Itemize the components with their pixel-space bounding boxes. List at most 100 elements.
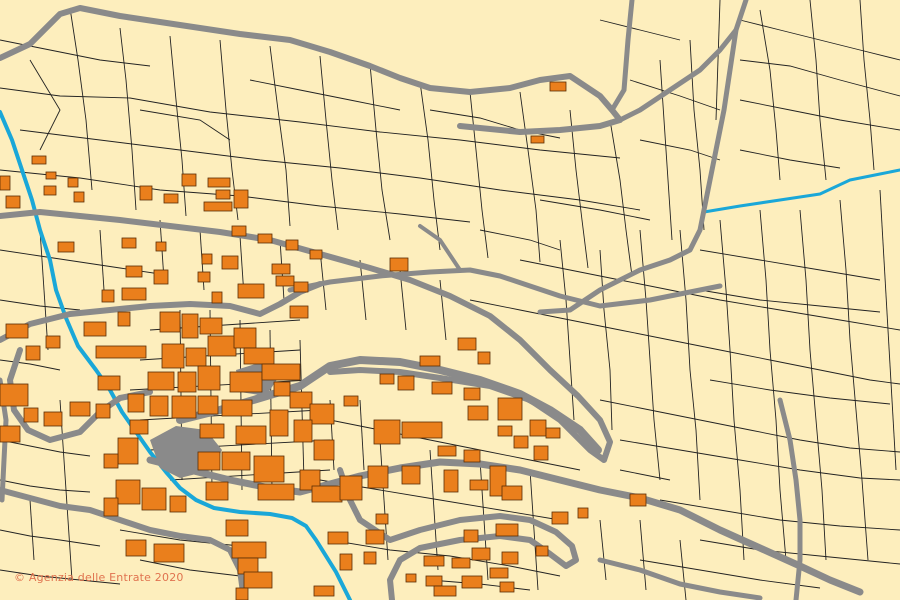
building-footprint <box>45 335 61 349</box>
building-footprint <box>461 575 483 589</box>
building-footprint <box>23 407 39 423</box>
building-footprint <box>365 529 385 545</box>
building-footprint <box>115 479 141 505</box>
building-footprint <box>203 201 233 212</box>
building-footprint <box>197 365 221 391</box>
building-footprint <box>5 323 29 339</box>
building-footprint <box>551 511 569 525</box>
building-footprint <box>177 371 197 393</box>
building-footprint <box>253 455 285 483</box>
building-footprint <box>477 351 491 365</box>
building-footprint <box>95 345 147 359</box>
building-footprint <box>425 575 443 587</box>
building-footprint <box>153 543 185 563</box>
building-footprint <box>489 567 509 579</box>
building-footprint <box>499 581 515 593</box>
building-footprint <box>233 327 257 349</box>
building-footprint <box>215 189 231 200</box>
building-footprint <box>199 317 223 335</box>
building-footprint <box>159 311 181 333</box>
building-footprint <box>197 271 211 283</box>
building-footprint <box>443 469 459 493</box>
building-footprint <box>457 337 477 351</box>
building-footprint <box>57 241 75 253</box>
building-footprint <box>535 545 549 557</box>
building-footprint <box>125 539 147 557</box>
building-footprint <box>463 529 479 543</box>
building-footprint <box>243 571 273 589</box>
building-footprint <box>221 451 251 471</box>
building-footprint <box>199 423 225 439</box>
building-footprint <box>423 555 445 567</box>
building-footprint <box>67 177 79 188</box>
building-footprint <box>495 523 519 537</box>
building-footprint <box>293 419 313 443</box>
building-footprint <box>451 557 471 569</box>
building-footprint <box>497 397 523 421</box>
building-footprint <box>311 485 343 503</box>
building-footprint <box>163 193 179 204</box>
building-footprint <box>339 553 353 571</box>
building-footprint <box>463 449 481 463</box>
building-footprint <box>229 371 263 393</box>
building-footprint <box>181 313 199 339</box>
building-footprint <box>397 375 415 391</box>
building-footprint <box>235 587 249 600</box>
building-footprint <box>343 395 359 407</box>
building-footprint <box>69 401 91 417</box>
building-footprint <box>171 395 197 419</box>
building-footprint <box>389 257 409 272</box>
building-footprint <box>271 263 291 275</box>
building-footprint <box>261 363 301 381</box>
building-footprint <box>161 343 185 369</box>
building-footprint <box>437 445 457 457</box>
building-footprint <box>129 419 149 435</box>
building-footprint <box>309 403 335 425</box>
building-footprint <box>363 551 377 565</box>
building-footprint <box>0 175 11 191</box>
building-footprint <box>533 445 549 461</box>
building-footprint <box>237 557 259 575</box>
building-footprint <box>43 185 57 196</box>
building-footprint <box>97 375 121 391</box>
building-footprint <box>155 241 167 252</box>
building-footprint <box>73 191 85 203</box>
building-footprint <box>469 479 489 491</box>
building-footprint <box>207 335 237 357</box>
building-footprint <box>121 237 137 249</box>
building-footprint <box>201 253 213 265</box>
building-footprint <box>181 173 197 187</box>
building-footprint <box>147 371 175 391</box>
building-footprint <box>419 355 441 367</box>
building-footprint <box>327 531 349 545</box>
building-footprint <box>497 425 513 437</box>
building-footprint <box>467 405 489 421</box>
building-footprint <box>433 585 457 597</box>
building-footprint <box>231 541 267 559</box>
building-footprint <box>471 547 491 561</box>
building-footprint <box>549 81 567 92</box>
map-canvas <box>0 0 900 600</box>
building-footprint <box>103 497 119 517</box>
building-footprint <box>273 381 291 397</box>
building-footprint <box>125 265 143 278</box>
building-footprint <box>117 311 131 327</box>
building-footprint <box>211 291 223 304</box>
building-footprint <box>221 255 239 270</box>
building-footprint <box>275 275 295 287</box>
building-footprint <box>0 425 21 443</box>
building-footprint <box>221 399 253 417</box>
cadastral-map[interactable]: © Agenzia delle Entrate 2020 <box>0 0 900 600</box>
building-footprint <box>83 321 107 337</box>
building-footprint <box>289 391 313 409</box>
building-footprint <box>313 439 335 461</box>
building-footprint <box>235 425 267 445</box>
building-footprint <box>243 347 275 365</box>
building-footprint <box>501 551 519 565</box>
building-footprint <box>185 347 207 367</box>
building-footprint <box>629 493 647 507</box>
building-footprint <box>313 585 335 597</box>
building-footprint <box>31 155 47 165</box>
building-footprint <box>309 249 323 260</box>
building-footprint <box>101 289 115 303</box>
